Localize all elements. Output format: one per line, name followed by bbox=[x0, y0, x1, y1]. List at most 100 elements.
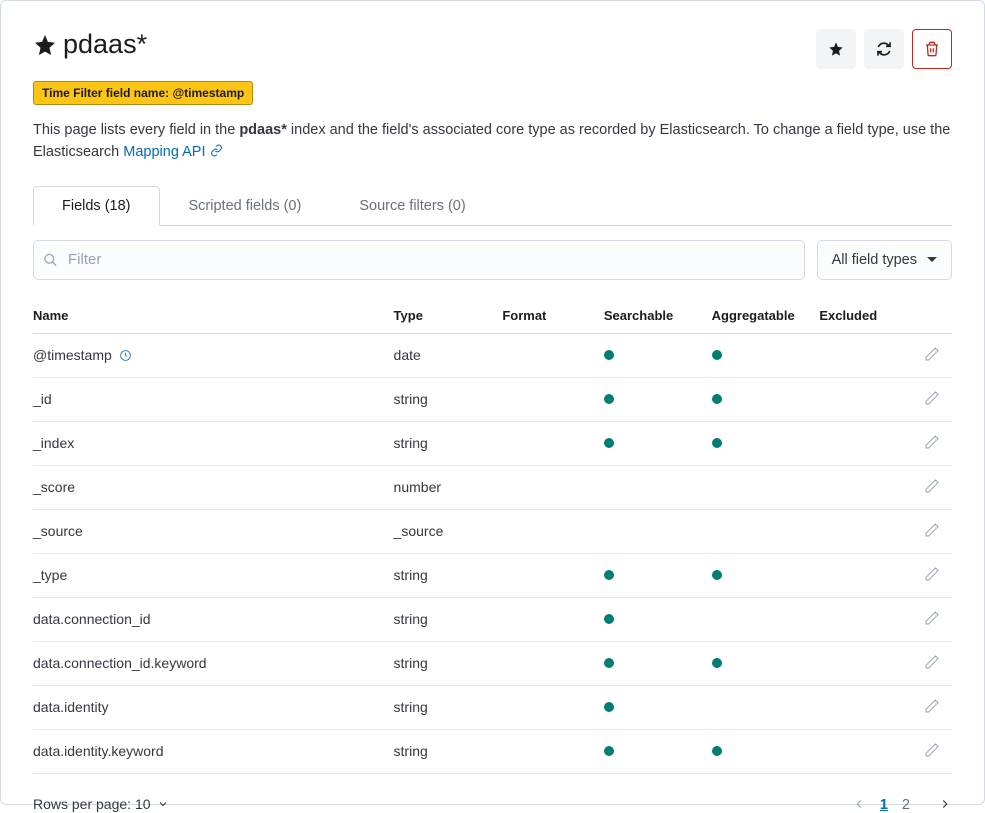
set-default-button[interactable] bbox=[816, 29, 856, 69]
pencil-icon[interactable] bbox=[924, 566, 940, 582]
table-row: _typestring bbox=[33, 553, 952, 597]
col-aggregatable[interactable]: Aggregatable bbox=[712, 298, 820, 334]
field-aggregatable-cell bbox=[712, 641, 820, 685]
field-format-cell bbox=[502, 641, 604, 685]
field-edit-cell bbox=[902, 729, 952, 773]
col-format[interactable]: Format bbox=[502, 298, 604, 334]
col-type[interactable]: Type bbox=[394, 298, 503, 334]
field-excluded-cell bbox=[819, 509, 902, 553]
delete-button[interactable] bbox=[912, 29, 952, 69]
field-searchable-cell bbox=[604, 641, 712, 685]
dot-icon bbox=[712, 746, 722, 756]
trash-icon bbox=[924, 41, 940, 57]
pencil-icon[interactable] bbox=[924, 698, 940, 714]
pencil-icon[interactable] bbox=[924, 390, 940, 406]
field-searchable-cell bbox=[604, 553, 712, 597]
col-excluded[interactable]: Excluded bbox=[819, 298, 902, 334]
filter-input-wrap bbox=[33, 240, 805, 280]
tabs-bar: Fields (18)Scripted fields (0)Source fil… bbox=[33, 186, 952, 226]
field-searchable-cell bbox=[604, 465, 712, 509]
dot-icon bbox=[712, 350, 722, 360]
pencil-icon[interactable] bbox=[924, 346, 940, 362]
dot-icon bbox=[604, 614, 614, 624]
table-row: _scorenumber bbox=[33, 465, 952, 509]
dot-icon bbox=[712, 570, 722, 580]
field-edit-cell bbox=[902, 685, 952, 729]
dot-icon bbox=[604, 394, 614, 404]
col-name[interactable]: Name bbox=[33, 298, 394, 334]
pencil-icon[interactable] bbox=[924, 610, 940, 626]
pencil-icon[interactable] bbox=[924, 742, 940, 758]
field-searchable-cell bbox=[604, 729, 712, 773]
field-aggregatable-cell bbox=[712, 421, 820, 465]
dot-icon bbox=[604, 350, 614, 360]
field-name-cell: data.identity.keyword bbox=[33, 729, 394, 773]
field-aggregatable-cell bbox=[712, 465, 820, 509]
field-format-cell bbox=[502, 421, 604, 465]
fields-table: Name Type Format Searchable Aggregatable… bbox=[33, 298, 952, 774]
dot-icon bbox=[604, 746, 614, 756]
page-title: pdaas* bbox=[63, 29, 147, 60]
pencil-icon[interactable] bbox=[924, 478, 940, 494]
index-pattern-panel: pdaas* Time Filter field name: @timestam… bbox=[0, 0, 985, 805]
filter-row: All field types bbox=[33, 240, 952, 280]
tab-2[interactable]: Source filters (0) bbox=[330, 186, 494, 226]
table-row: _idstring bbox=[33, 377, 952, 421]
star-icon bbox=[828, 41, 844, 57]
field-searchable-cell bbox=[604, 377, 712, 421]
tab-0[interactable]: Fields (18) bbox=[33, 186, 160, 226]
field-format-cell bbox=[502, 333, 604, 377]
field-searchable-cell bbox=[604, 597, 712, 641]
field-edit-cell bbox=[902, 333, 952, 377]
field-type-cell: date bbox=[394, 333, 503, 377]
filter-input[interactable] bbox=[33, 240, 805, 280]
field-searchable-cell bbox=[604, 333, 712, 377]
next-page-button[interactable] bbox=[938, 797, 952, 811]
field-excluded-cell bbox=[819, 553, 902, 597]
pencil-icon[interactable] bbox=[924, 434, 940, 450]
field-edit-cell bbox=[902, 465, 952, 509]
caret-down-icon bbox=[927, 257, 937, 262]
field-name-cell: _score bbox=[33, 465, 394, 509]
table-footer: Rows per page: 10 12 bbox=[33, 796, 952, 813]
dot-icon bbox=[712, 438, 722, 448]
field-type-cell: string bbox=[394, 729, 503, 773]
tab-1[interactable]: Scripted fields (0) bbox=[160, 186, 331, 226]
table-row: @timestamp date bbox=[33, 333, 952, 377]
field-type-select[interactable]: All field types bbox=[817, 240, 952, 280]
field-edit-cell bbox=[902, 377, 952, 421]
pencil-icon[interactable] bbox=[924, 654, 940, 670]
clock-icon bbox=[119, 349, 132, 362]
field-aggregatable-cell bbox=[712, 685, 820, 729]
pencil-icon[interactable] bbox=[924, 522, 940, 538]
refresh-button[interactable] bbox=[864, 29, 904, 69]
pagination: 12 bbox=[852, 796, 952, 813]
desc-bold: pdaas* bbox=[239, 122, 287, 138]
rows-per-page-select[interactable]: Rows per page: 10 bbox=[33, 796, 169, 812]
prev-page-button[interactable] bbox=[852, 797, 866, 811]
link-icon bbox=[210, 144, 223, 157]
field-excluded-cell bbox=[819, 465, 902, 509]
field-excluded-cell bbox=[819, 333, 902, 377]
field-excluded-cell bbox=[819, 421, 902, 465]
field-name-cell: _id bbox=[33, 377, 394, 421]
col-edit bbox=[902, 298, 952, 334]
field-format-cell bbox=[502, 729, 604, 773]
field-name-cell: _index bbox=[33, 421, 394, 465]
field-excluded-cell bbox=[819, 729, 902, 773]
field-name-cell: _type bbox=[33, 553, 394, 597]
field-name-cell: _source bbox=[33, 509, 394, 553]
field-type-cell: string bbox=[394, 597, 503, 641]
field-name-cell: data.connection_id bbox=[33, 597, 394, 641]
field-excluded-cell bbox=[819, 597, 902, 641]
field-excluded-cell bbox=[819, 377, 902, 421]
desc-pre: This page lists every field in the bbox=[33, 122, 239, 138]
dot-icon bbox=[604, 702, 614, 712]
mapping-api-link[interactable]: Mapping API bbox=[123, 144, 205, 160]
field-type-cell: string bbox=[394, 641, 503, 685]
field-aggregatable-cell bbox=[712, 729, 820, 773]
col-searchable[interactable]: Searchable bbox=[604, 298, 712, 334]
table-row: data.identitystring bbox=[33, 685, 952, 729]
dot-icon bbox=[712, 658, 722, 668]
search-icon bbox=[43, 252, 58, 267]
